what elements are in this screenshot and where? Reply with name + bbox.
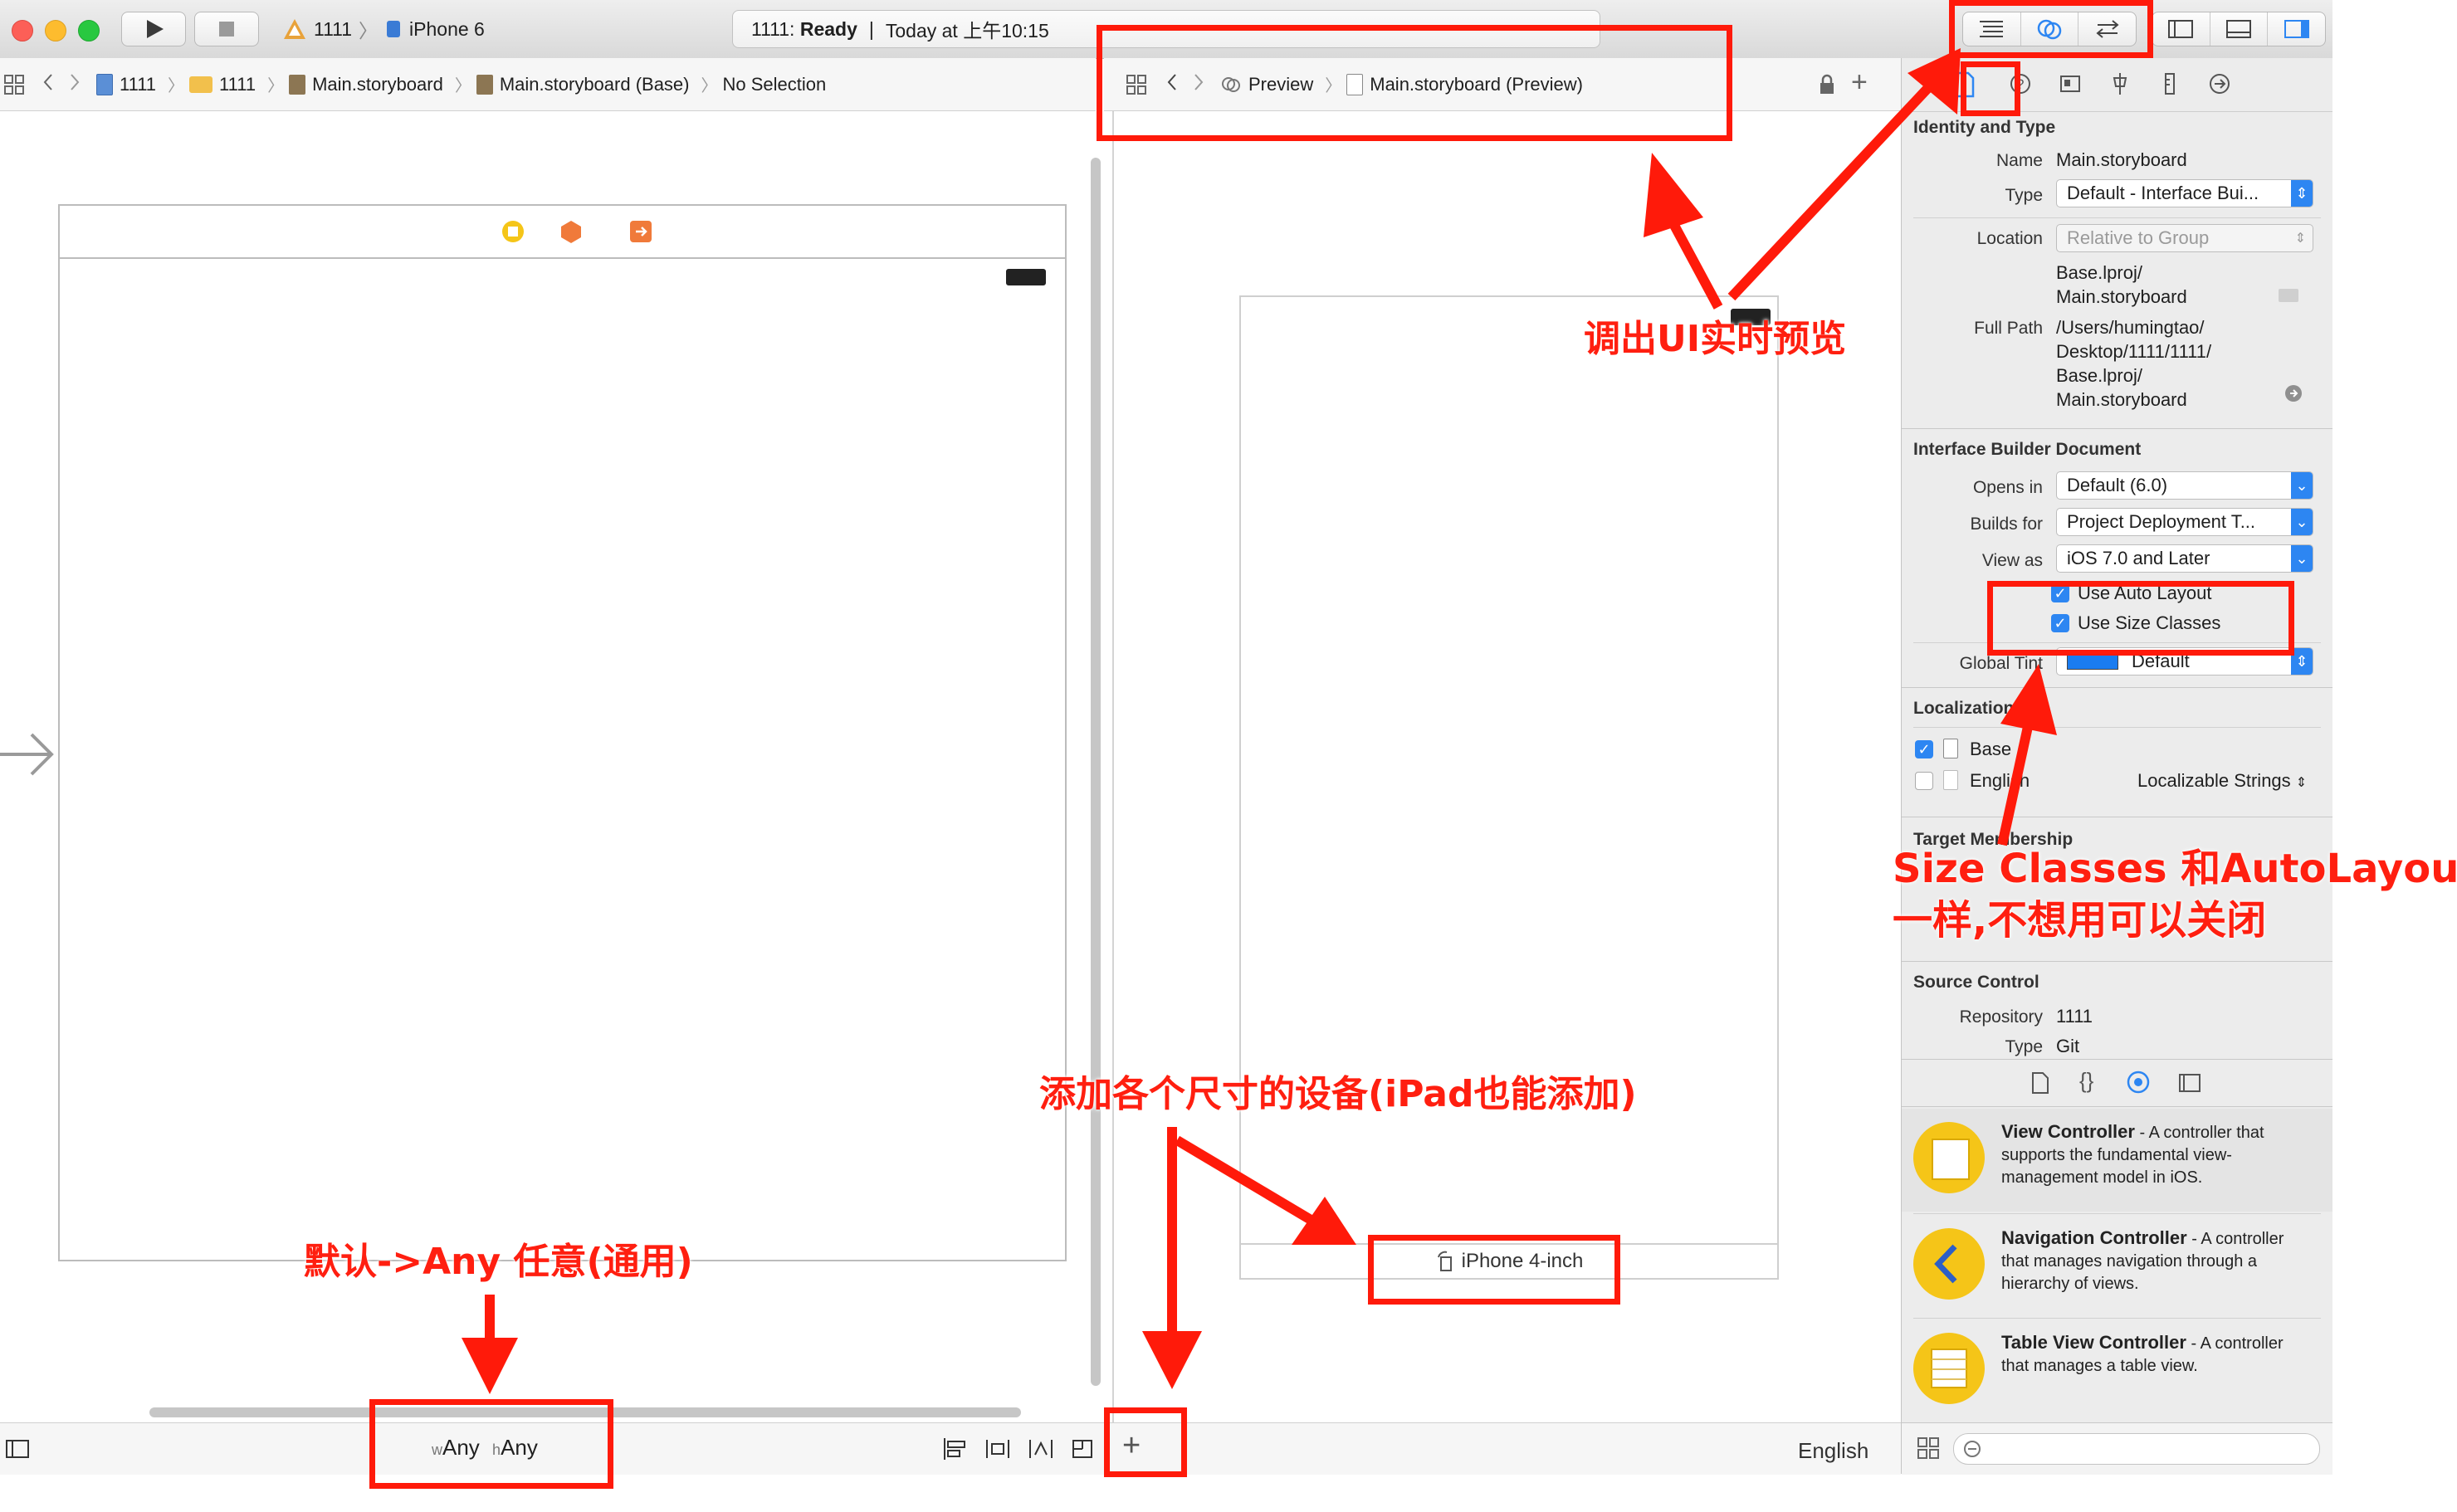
annotation-arrows	[462, 48, 2057, 1394]
annotation-size-classes-note: Size Classes 和AutoLayout 一样,不想用可以关闭	[1893, 846, 2457, 944]
annotation-preview-note: 调出UI实时预览	[1584, 318, 1847, 360]
annotation-add-device-note: 添加各个尺寸的设备(iPad也能添加)	[1039, 1073, 1637, 1115]
annotation-default-any-note: 默认->Any 任意(通用)	[304, 1241, 693, 1283]
